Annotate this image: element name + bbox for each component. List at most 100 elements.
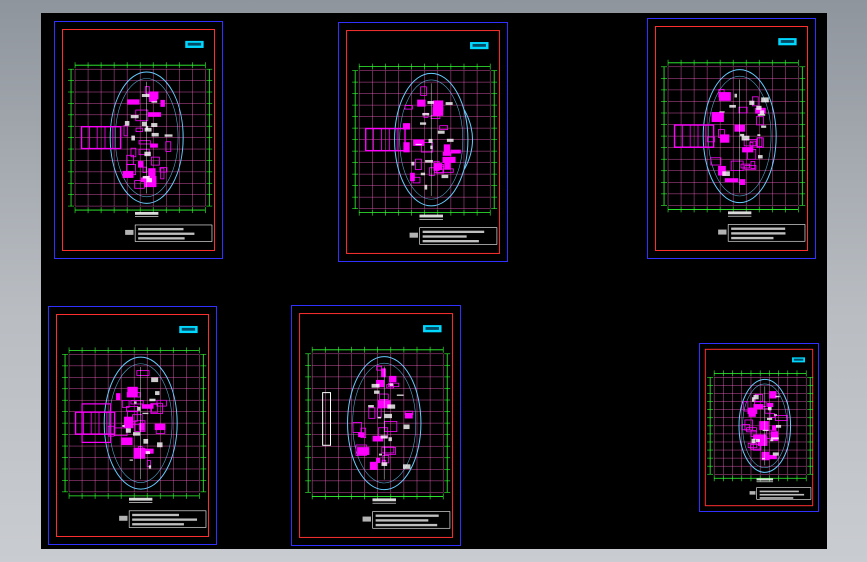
room-detail	[770, 437, 779, 440]
room-detail	[384, 413, 393, 419]
room-detail	[420, 172, 426, 176]
room-detail	[427, 101, 434, 104]
sheet-tag-text	[472, 43, 486, 47]
room-wall	[133, 447, 146, 459]
room-detail	[403, 424, 410, 430]
room-wall	[430, 115, 441, 120]
drawing-sheet-1[interactable]	[54, 21, 223, 259]
room-wall	[772, 425, 777, 431]
title-block-label	[125, 229, 134, 235]
room-detail	[772, 452, 779, 456]
room-wall	[775, 415, 788, 422]
room-wall	[433, 163, 443, 170]
room-detail	[151, 377, 159, 383]
title-block-text	[138, 227, 184, 231]
room-wall	[127, 386, 138, 398]
room-wall	[123, 124, 128, 137]
room-detail	[415, 143, 422, 146]
inner-frame	[704, 348, 814, 507]
inner-frame	[655, 26, 808, 251]
drawing-sheet-3[interactable]	[647, 18, 816, 259]
title-block-text	[759, 497, 794, 499]
room-detail	[137, 406, 141, 411]
room-detail	[762, 429, 769, 431]
room-detail	[371, 383, 380, 388]
room-detail	[757, 134, 761, 136]
room-detail	[146, 178, 152, 183]
room-wall	[381, 446, 395, 454]
title-block-text	[132, 513, 179, 517]
room-wall	[767, 402, 774, 408]
room-wall	[724, 178, 739, 183]
room-wall	[128, 417, 132, 428]
title-block-label	[749, 491, 756, 495]
room-detail	[377, 416, 382, 419]
cad-model-space[interactable]	[41, 13, 827, 549]
room-wall	[753, 404, 764, 410]
room-wall	[738, 106, 748, 114]
room-detail	[767, 407, 772, 411]
room-wall	[154, 423, 166, 431]
title-block-text	[375, 514, 439, 517]
room-wall	[711, 112, 724, 122]
room-detail	[143, 438, 149, 444]
room-wall	[710, 157, 722, 166]
room-detail	[425, 159, 433, 163]
title-block-text	[375, 523, 438, 527]
room-detail	[130, 115, 139, 119]
room-detail	[445, 102, 453, 105]
room-wall	[757, 137, 763, 148]
room-detail	[757, 155, 763, 159]
plan-caption	[727, 211, 752, 215]
room-wall	[740, 163, 750, 169]
room-detail	[387, 404, 396, 409]
room-wall	[368, 407, 376, 419]
room-wall	[420, 86, 427, 96]
room-detail	[775, 424, 782, 428]
room-detail	[151, 123, 158, 127]
room-detail	[145, 451, 151, 455]
room-detail	[437, 130, 445, 134]
room-detail	[751, 438, 756, 444]
room-detail	[131, 135, 135, 141]
side-block	[322, 392, 332, 446]
room-wall	[404, 105, 413, 110]
room-detail	[124, 120, 130, 126]
room-detail	[741, 135, 750, 141]
room-detail	[141, 93, 150, 98]
title-block-text	[422, 235, 467, 238]
room-wall	[750, 161, 756, 169]
room-detail	[133, 432, 141, 436]
room-wall	[138, 140, 151, 145]
title-block-label	[362, 516, 371, 522]
room-wall	[369, 461, 378, 470]
room-wall	[769, 391, 777, 399]
room-detail	[441, 174, 449, 179]
title-block-text	[759, 493, 805, 496]
room-detail	[155, 391, 160, 396]
room-wall	[444, 161, 451, 170]
sheet-tag-text	[425, 327, 439, 330]
title-block-label	[409, 232, 418, 238]
room-wall	[138, 161, 144, 168]
room-detail	[396, 394, 404, 396]
room-detail	[151, 101, 158, 103]
room-detail	[164, 134, 173, 137]
room-wall	[122, 170, 134, 178]
room-detail	[773, 414, 777, 416]
drawing-sheet-4[interactable]	[48, 306, 217, 545]
room-wall	[747, 442, 758, 449]
room-wall	[358, 432, 365, 438]
room-wall	[121, 437, 133, 446]
drawing-sheet-6[interactable]	[699, 343, 819, 512]
drawing-sheet-5[interactable]	[291, 305, 461, 546]
title-block-text	[731, 232, 786, 235]
room-wall	[147, 112, 162, 117]
room-wall	[379, 393, 389, 400]
room-detail	[422, 112, 430, 116]
room-detail	[753, 394, 759, 400]
room-wall	[150, 156, 160, 166]
room-detail	[428, 138, 433, 143]
room-detail	[757, 114, 766, 116]
drawing-sheet-2[interactable]	[338, 22, 508, 262]
